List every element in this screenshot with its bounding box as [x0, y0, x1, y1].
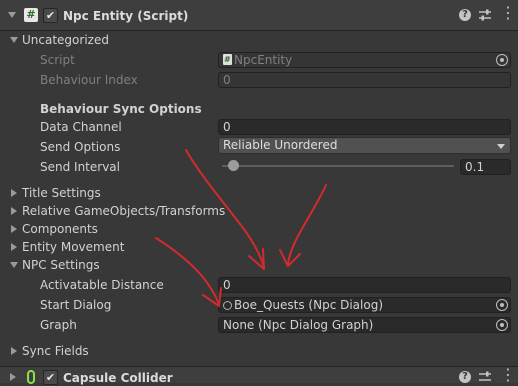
entity-movement-foldout-icon[interactable] — [11, 243, 17, 251]
start-dialog-field[interactable]: Boe_Quests (Npc Dialog) — [218, 297, 511, 313]
sync-fields-foldout-icon[interactable] — [11, 347, 17, 355]
send-interval-field[interactable]: 0.1 — [460, 159, 511, 175]
component-header: # ✔ Npc Entity (Script) ? ⋮ — [0, 0, 518, 30]
script-label: Script — [40, 53, 75, 67]
capsule-presets-icon[interactable] — [478, 370, 492, 383]
send-options-dropdown[interactable]: Reliable Unordered — [218, 137, 511, 154]
activatable-distance-field[interactable]: 0 — [218, 277, 511, 293]
script-field-value: NpcEntity — [234, 53, 293, 67]
capsule-help-icon[interactable]: ? — [459, 371, 471, 383]
graph-object-picker-icon[interactable] — [496, 319, 508, 331]
dropdown-arrow-icon — [497, 144, 505, 149]
relative-transforms-foldout-label[interactable]: Relative GameObjects/Transforms — [22, 203, 225, 219]
presets-icon[interactable] — [478, 7, 492, 23]
title-settings-foldout-icon[interactable] — [11, 189, 17, 197]
uncategorized-foldout-icon[interactable] — [10, 37, 18, 43]
send-interval-label: Send Interval — [40, 160, 120, 174]
behaviour-index-field: 0 — [218, 72, 511, 88]
behaviour-index-label: Behaviour Index — [40, 73, 138, 87]
annotation-arrow-2 — [287, 184, 327, 265]
data-channel-field[interactable]: 0 — [218, 119, 511, 135]
graph-field[interactable]: None (Npc Dialog Graph) — [218, 317, 511, 333]
send-interval-slider-thumb[interactable] — [228, 160, 239, 171]
start-dialog-label: Start Dialog — [40, 298, 112, 312]
script-object-picker-icon[interactable] — [496, 54, 508, 66]
annotation-arrow-2-head — [279, 249, 301, 267]
data-channel-label: Data Channel — [40, 120, 122, 134]
sync-options-heading: Behaviour Sync Options — [40, 102, 202, 116]
components-foldout-label[interactable]: Components — [22, 221, 98, 237]
dialog-asset-icon — [223, 301, 232, 310]
capsule-collider-title: Capsule Collider — [63, 371, 173, 385]
npc-settings-foldout-label[interactable]: NPC Settings — [22, 257, 100, 273]
script-field[interactable]: # NpcEntity — [218, 52, 511, 68]
header-divider — [0, 30, 518, 31]
help-icon[interactable]: ? — [459, 9, 471, 21]
component-enabled-checkbox[interactable]: ✔ — [43, 8, 58, 23]
annotation-arrow-1-head — [248, 248, 265, 270]
uncategorized-foldout-label[interactable]: Uncategorized — [22, 32, 109, 48]
annotation-arrow-3 — [155, 237, 220, 306]
activatable-distance-label: Activatable Distance — [40, 278, 164, 292]
capsule-context-menu-icon[interactable]: ⋮ — [500, 367, 516, 383]
graph-label: Graph — [40, 318, 77, 332]
component-foldout-icon[interactable] — [8, 12, 16, 18]
send-options-value: Reliable Unordered — [223, 138, 338, 152]
send-interval-slider-track[interactable] — [222, 165, 454, 167]
capsule-collider-foldout-icon[interactable] — [10, 373, 16, 381]
start-dialog-value: Boe_Quests (Npc Dialog) — [234, 298, 384, 312]
npc-settings-foldout-icon[interactable] — [10, 262, 18, 268]
entity-movement-foldout-label[interactable]: Entity Movement — [22, 239, 124, 255]
script-icon: # — [24, 8, 38, 22]
capsule-collider-icon — [27, 370, 35, 384]
components-foldout-icon[interactable] — [11, 225, 17, 233]
relative-transforms-foldout-icon[interactable] — [11, 207, 17, 215]
capsule-collider-header: ✔ Capsule Collider ? ⋮ — [0, 367, 518, 385]
component-title: Npc Entity (Script) — [63, 9, 189, 23]
start-dialog-object-picker-icon[interactable] — [496, 299, 508, 311]
sync-fields-foldout-label[interactable]: Sync Fields — [22, 343, 89, 359]
script-file-icon: # — [223, 54, 232, 65]
context-menu-icon[interactable]: ⋮ — [500, 3, 516, 23]
send-options-label: Send Options — [40, 140, 121, 154]
title-settings-foldout-label[interactable]: Title Settings — [22, 185, 101, 201]
